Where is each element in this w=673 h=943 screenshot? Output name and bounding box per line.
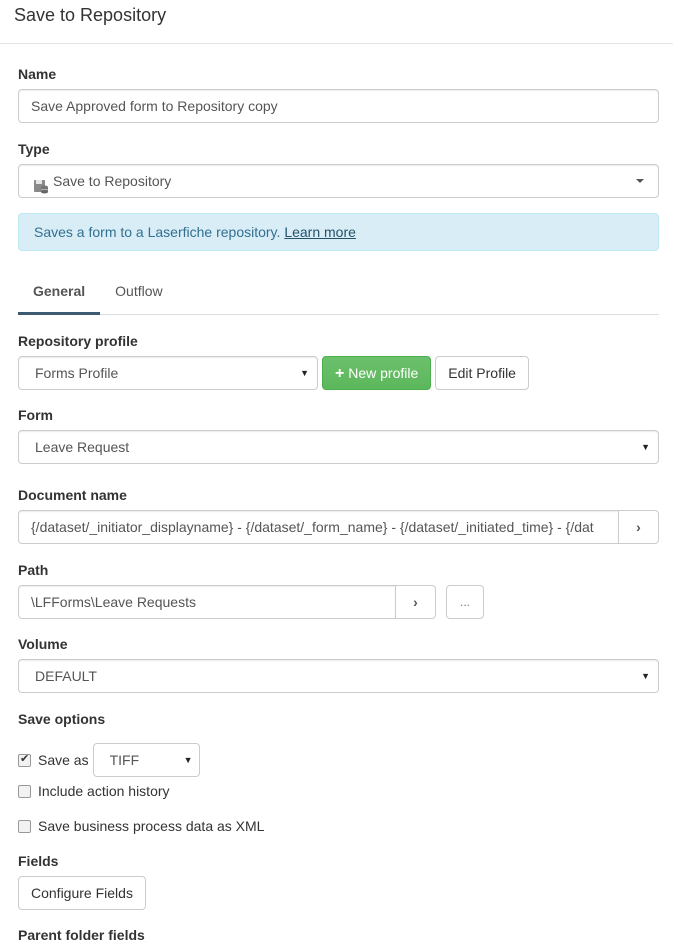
caret-down-icon: ▼ (300, 368, 309, 378)
name-input[interactable]: Save Approved form to Repository copy (18, 89, 659, 123)
include-history-label: Include action history (38, 783, 170, 799)
path-input[interactable]: \LFForms\Leave Requests (18, 585, 396, 619)
path-group: Path \LFForms\Leave Requests › ... (18, 562, 659, 619)
caret-down-icon: ▼ (641, 442, 650, 452)
properties-form: Name Save Approved form to Repository co… (0, 66, 673, 943)
parent-folder-fields-group: Parent folder fields (18, 927, 659, 943)
type-group: Type Save to Repository (18, 141, 659, 198)
document-name-group: Document name {/dataset/_initiator_displ… (18, 487, 659, 544)
document-name-input[interactable]: {/dataset/_initiator_displayname} - {/da… (18, 510, 619, 544)
save-as-checkbox[interactable] (18, 752, 31, 767)
tab-outflow[interactable]: Outflow (100, 273, 177, 315)
volume-label: Volume (18, 636, 68, 652)
caret-down-icon: ▼ (641, 671, 650, 681)
type-value: Save to Repository (53, 173, 172, 189)
save-database-icon (33, 173, 49, 194)
fields-label: Fields (18, 853, 59, 869)
include-history-checkbox[interactable] (18, 784, 31, 798)
tab-general[interactable]: General (18, 273, 101, 315)
name-label: Name (18, 66, 57, 82)
volume-group: Volume DEFAULT ▼ (18, 636, 659, 693)
form-label: Form (18, 407, 53, 423)
learn-more-link[interactable]: Learn more (284, 224, 356, 240)
type-label: Type (18, 141, 50, 157)
configure-fields-button[interactable]: Configure Fields (18, 876, 146, 910)
name-group: Name Save Approved form to Repository co… (18, 66, 659, 123)
save-xml-label: Save business process data as XML (38, 818, 265, 834)
info-text: Saves a form to a Laserfiche repository. (34, 224, 285, 240)
browse-path-button[interactable]: ... (446, 585, 484, 619)
save-options-label: Save options (18, 711, 106, 727)
path-input-group: \LFForms\Leave Requests › (18, 585, 436, 619)
caret-down-icon: ▼ (183, 755, 193, 765)
document-name-token-button[interactable]: › (619, 510, 659, 544)
save-as-label: Save as (38, 752, 89, 768)
save-options-group: Save options Save as TIFF ▼ Include acti… (18, 711, 659, 834)
path-row: \LFForms\Leave Requests › ... (18, 585, 659, 619)
panel-title: Save to Repository (14, 5, 167, 25)
plus-icon: + (335, 365, 345, 382)
save-format-value: TIFF (109, 752, 140, 768)
document-name-input-group: {/dataset/_initiator_displayname} - {/da… (18, 510, 659, 544)
repository-profile-group: Repository profile Forms Profile ▼ + New… (18, 333, 659, 390)
document-name-label: Document name (18, 487, 127, 503)
type-select[interactable]: Save to Repository (18, 164, 659, 198)
repository-profile-value: Forms Profile (35, 365, 119, 381)
save-xml-checkbox[interactable] (18, 819, 31, 833)
new-profile-button[interactable]: + New profile (322, 356, 432, 390)
chevron-right-icon: › (413, 594, 418, 610)
edit-profile-button[interactable]: Edit Profile (435, 356, 529, 390)
parent-folder-fields-label: Parent folder fields (18, 927, 145, 943)
save-xml-row: Save business process data as XML (18, 818, 659, 834)
new-profile-label: New profile (348, 365, 419, 381)
chevron-down-icon (636, 179, 644, 183)
volume-value: DEFAULT (35, 668, 97, 684)
form-value: Leave Request (35, 439, 130, 455)
volume-select[interactable]: DEFAULT ▼ (18, 659, 659, 693)
tab-bar: General Outflow (18, 273, 659, 315)
save-format-select[interactable]: TIFF ▼ (92, 743, 200, 777)
info-alert: Saves a form to a Laserfiche repository.… (18, 213, 659, 251)
include-history-row: Include action history (18, 783, 659, 799)
path-token-button[interactable]: › (396, 585, 436, 619)
repository-profile-row: Forms Profile ▼ + New profile Edit Profi… (18, 356, 659, 390)
save-as-row: Save as TIFF ▼ (18, 743, 659, 777)
chevron-right-icon: › (636, 519, 641, 535)
repository-profile-select[interactable]: Forms Profile ▼ (18, 356, 318, 390)
form-group: Form Leave Request ▼ (18, 407, 659, 464)
panel-header: Save to Repository (0, 0, 673, 44)
path-label: Path (18, 562, 49, 578)
form-select[interactable]: Leave Request ▼ (18, 430, 659, 464)
fields-group: Fields Configure Fields (18, 853, 659, 910)
repository-profile-label: Repository profile (18, 333, 138, 349)
